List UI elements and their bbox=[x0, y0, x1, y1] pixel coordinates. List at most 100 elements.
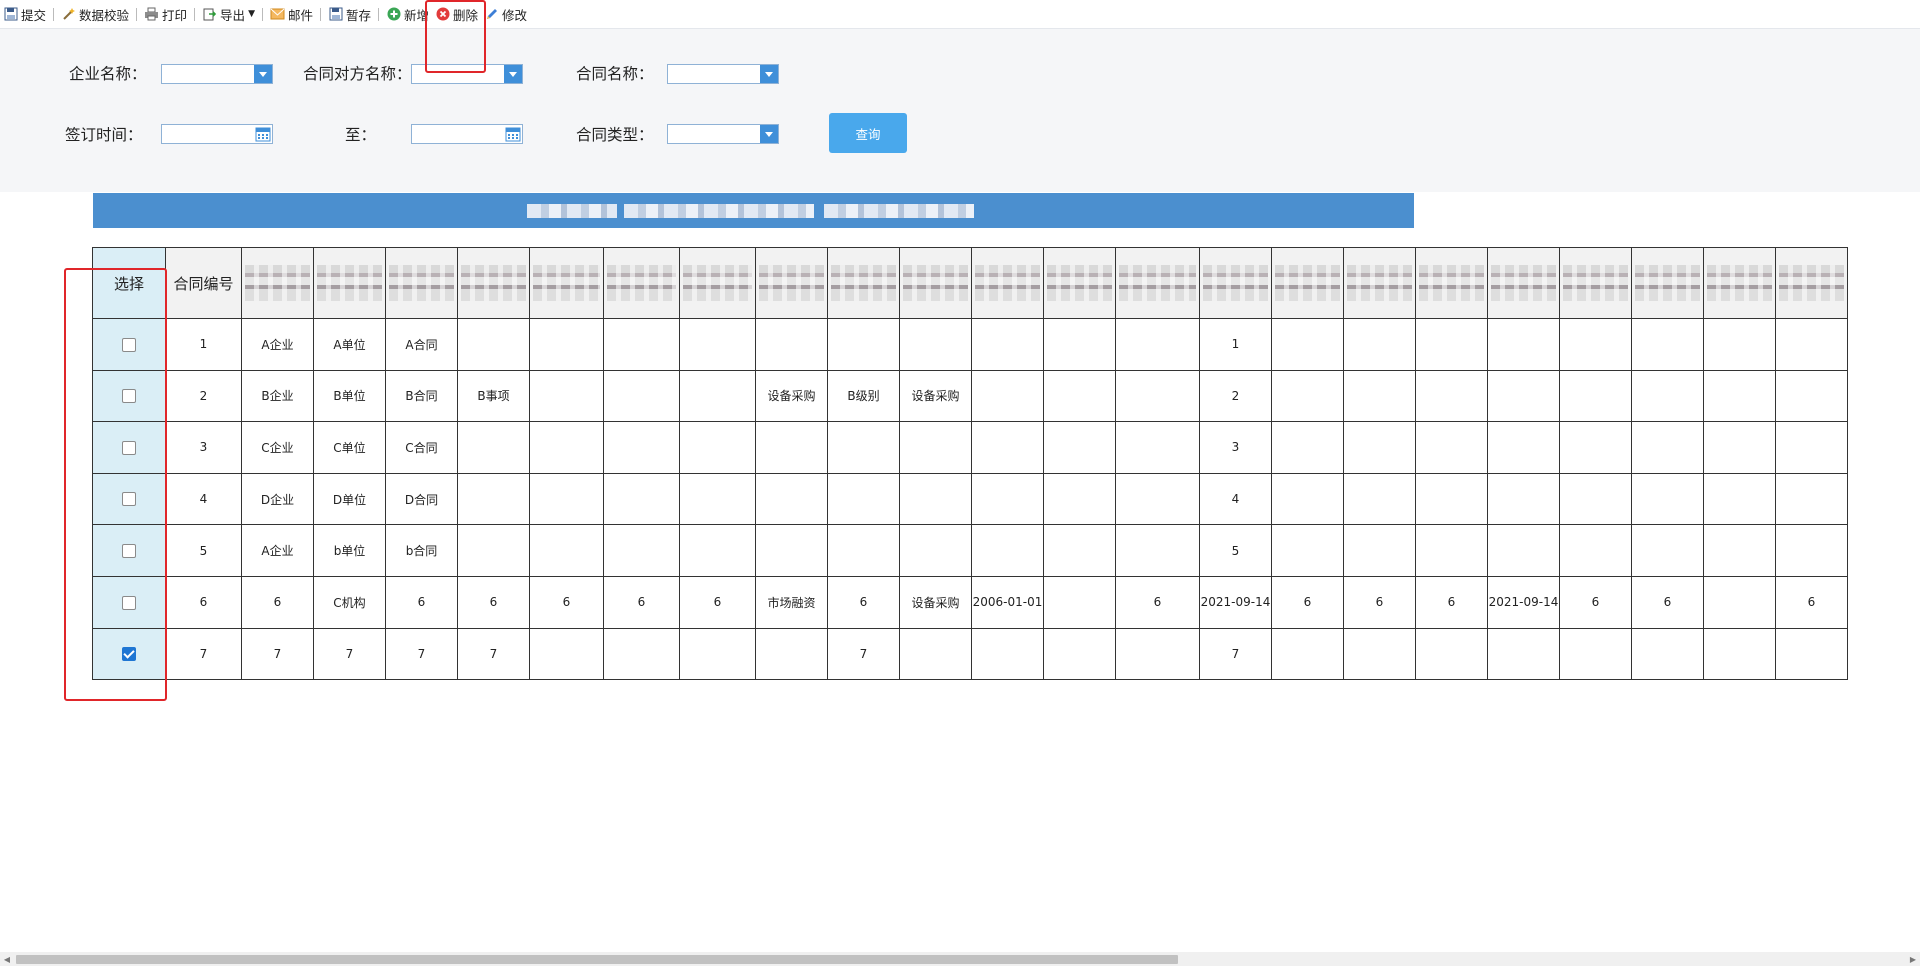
to-label: 至： bbox=[345, 126, 377, 144]
contract-type-label: 合同类型： bbox=[576, 126, 654, 144]
table-cell bbox=[827, 524, 900, 577]
scrollbar-thumb[interactable] bbox=[16, 955, 1178, 964]
table-cell: 6 bbox=[1775, 575, 1848, 629]
table-cell bbox=[603, 627, 680, 681]
toolbar-separator bbox=[378, 7, 380, 21]
temp-save-label: 暂存 bbox=[346, 7, 372, 23]
obscured-header-text bbox=[1779, 265, 1844, 301]
table-cell bbox=[679, 472, 756, 526]
chevron-down-icon: ▼ bbox=[248, 9, 255, 19]
table-cell: 1 bbox=[1199, 318, 1272, 371]
chevron-down-icon[interactable] bbox=[504, 65, 522, 83]
obscured-column-header bbox=[679, 247, 756, 319]
contract-number-cell: 7 bbox=[165, 627, 242, 681]
obscured-column-header bbox=[529, 247, 604, 319]
table-cell: 5 bbox=[1199, 524, 1272, 577]
table-cell bbox=[457, 472, 530, 526]
contract-type-select[interactable] bbox=[667, 124, 779, 144]
table-cell bbox=[899, 421, 972, 474]
obscured-header-text bbox=[607, 265, 676, 301]
company-select[interactable] bbox=[161, 64, 273, 84]
row-checkbox[interactable] bbox=[122, 543, 136, 558]
table-cell bbox=[1487, 318, 1560, 371]
row-checkbox[interactable] bbox=[122, 337, 136, 352]
wand-icon bbox=[61, 7, 76, 22]
chevron-down-icon[interactable] bbox=[760, 65, 778, 83]
row-checkbox[interactable] bbox=[122, 647, 136, 662]
validate-button[interactable]: 数据校验 bbox=[58, 3, 132, 25]
table-cell bbox=[529, 318, 604, 371]
obscured-column-header bbox=[1199, 247, 1272, 319]
export-label: 导出 bbox=[220, 7, 246, 23]
row-checkbox[interactable] bbox=[122, 440, 136, 455]
chevron-down-icon[interactable] bbox=[254, 65, 272, 83]
table-cell bbox=[1775, 627, 1848, 681]
obscured-column-header bbox=[1415, 247, 1488, 319]
export-button[interactable]: 导出 ▼ bbox=[199, 3, 258, 25]
row-checkbox[interactable] bbox=[122, 595, 136, 610]
table-cell bbox=[1043, 524, 1116, 577]
table-cell: D单位 bbox=[313, 472, 386, 526]
table-cell: D企业 bbox=[241, 472, 314, 526]
toolbar-separator bbox=[320, 7, 321, 21]
print-button[interactable]: 打印 bbox=[141, 3, 190, 25]
sign-start-date-input[interactable] bbox=[161, 124, 273, 144]
table-cell: 4 bbox=[1199, 472, 1272, 526]
table-cell bbox=[1703, 627, 1776, 681]
table-cell: 6 bbox=[679, 575, 756, 629]
report-title-bar bbox=[93, 193, 1414, 228]
table-cell bbox=[1415, 369, 1488, 423]
counterparty-select[interactable] bbox=[411, 64, 523, 84]
scroll-left-icon[interactable]: ◀ bbox=[0, 952, 14, 966]
table-cell: C机构 bbox=[313, 575, 386, 629]
table-cell: A企业 bbox=[241, 524, 314, 577]
table-cell bbox=[827, 318, 900, 371]
temp-save-button[interactable]: 暂存 bbox=[325, 3, 374, 25]
table-cell bbox=[1487, 369, 1560, 423]
contract-table: 选择 合同编号 1 A企业 A单位 A合同 1 2 B企业 B单位 B合同 B事项 设备采购 B级别设… bbox=[92, 247, 1848, 681]
chevron-down-icon[interactable] bbox=[760, 125, 778, 143]
table-cell bbox=[1631, 318, 1704, 371]
mail-button[interactable]: 邮件 bbox=[267, 3, 316, 25]
obscured-header-text bbox=[831, 265, 896, 301]
contract-name-select[interactable] bbox=[667, 64, 779, 84]
table-cell bbox=[1043, 369, 1116, 423]
table-cell bbox=[1415, 318, 1488, 371]
submit-button[interactable]: 提交 bbox=[0, 3, 49, 25]
calendar-icon[interactable] bbox=[255, 126, 271, 142]
table-cell bbox=[1559, 369, 1632, 423]
select-cell bbox=[92, 318, 166, 371]
table-cell bbox=[457, 318, 530, 371]
scroll-right-icon[interactable]: ▶ bbox=[1906, 952, 1920, 966]
obscured-column-header bbox=[827, 247, 900, 319]
table-cell bbox=[1271, 421, 1344, 474]
table-cell: B单位 bbox=[313, 369, 386, 423]
table-cell: 7 bbox=[1199, 627, 1272, 681]
table-cell bbox=[755, 627, 828, 681]
table-cell bbox=[827, 472, 900, 526]
table-cell bbox=[529, 524, 604, 577]
table-cell bbox=[1631, 421, 1704, 474]
table-cell bbox=[755, 472, 828, 526]
obscured-column-header bbox=[1775, 247, 1848, 319]
table-cell: 2006-01-01 bbox=[971, 575, 1044, 629]
horizontal-scrollbar[interactable]: ◀ ▶ bbox=[0, 952, 1920, 966]
obscured-column-header bbox=[1271, 247, 1344, 319]
table-cell bbox=[1703, 318, 1776, 371]
edit-button[interactable]: 修改 bbox=[481, 3, 530, 25]
row-checkbox[interactable] bbox=[122, 492, 136, 507]
table-cell bbox=[1775, 421, 1848, 474]
table-cell bbox=[1415, 472, 1488, 526]
table-cell bbox=[1415, 627, 1488, 681]
query-button[interactable]: 查询 bbox=[829, 113, 907, 153]
table-cell: B合同 bbox=[385, 369, 458, 423]
row-checkbox[interactable] bbox=[122, 389, 136, 404]
table-row: 6 6 C机构 6 6 6 6 6 市场融资 6 设备采购 2006-01-01 6 2021-09-14… bbox=[92, 575, 1848, 629]
table-cell bbox=[899, 524, 972, 577]
obscured-header-text bbox=[1707, 265, 1772, 301]
obscured-column-header bbox=[241, 247, 314, 319]
calendar-icon[interactable] bbox=[505, 126, 521, 142]
sign-end-date-input[interactable] bbox=[411, 124, 523, 144]
add-button[interactable]: 新增 bbox=[383, 3, 432, 25]
delete-button[interactable]: 删除 bbox=[432, 3, 481, 25]
